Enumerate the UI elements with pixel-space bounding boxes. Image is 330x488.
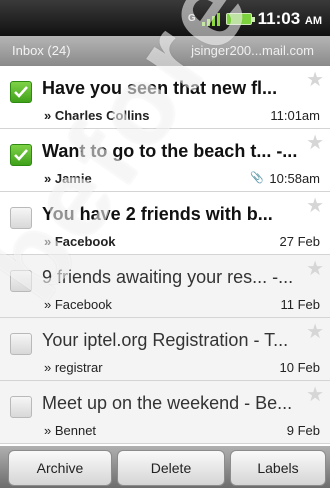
paperclip-icon: 📎	[250, 172, 264, 184]
message-sender: » Facebook	[44, 234, 116, 249]
signal-bars-icon	[201, 12, 220, 26]
message-time: 27 Feb	[279, 234, 320, 249]
select-checkbox[interactable]	[10, 81, 32, 103]
message-subject: You have 2 friends with b...	[42, 204, 273, 224]
select-checkbox[interactable]	[10, 333, 32, 355]
select-checkbox[interactable]	[10, 270, 32, 292]
network-type-icon: G	[187, 13, 196, 24]
message-time: 10:58am	[269, 171, 320, 186]
message-row[interactable]: You have 2 friends with b... » Facebook …	[0, 192, 330, 255]
message-subject: Have you seen that new fl...	[42, 78, 278, 98]
star-icon[interactable]: ★	[306, 196, 324, 216]
checkmark-icon	[14, 149, 28, 161]
battery-icon	[225, 13, 255, 25]
message-sender: » Facebook	[44, 297, 112, 312]
checkmark-icon	[14, 86, 28, 98]
message-sender: » Bennet	[44, 423, 97, 438]
account-email: jsinger200...mail.com	[191, 43, 314, 58]
clock-time: 11:03	[257, 9, 301, 28]
archive-button[interactable]: Archive	[8, 450, 112, 486]
delete-button[interactable]: Delete	[117, 450, 225, 486]
star-icon[interactable]: ★	[306, 322, 324, 342]
status-icons: G 11:03 AM	[188, 8, 322, 30]
clock: 11:03 AM	[258, 9, 322, 29]
clock-suffix: AM	[304, 15, 322, 27]
select-checkbox[interactable]	[10, 144, 32, 166]
message-subject: 9 friends awaiting your res... -...	[42, 267, 294, 287]
message-subject: Your iptel.org Registration - T...	[42, 330, 289, 350]
message-time: 11:01am	[270, 108, 320, 123]
message-subject: Meet up on the weekend - Be...	[42, 393, 293, 413]
message-row[interactable]: 9 friends awaiting your res... -... » Fa…	[0, 255, 330, 318]
select-checkbox[interactable]	[10, 396, 32, 418]
star-icon[interactable]: ★	[306, 70, 324, 90]
message-row[interactable]: Have you seen that new fl... » Charles C…	[0, 66, 330, 129]
star-icon[interactable]: ★	[306, 133, 324, 153]
labels-button[interactable]: Labels	[230, 450, 326, 486]
message-sender: » registrar	[44, 360, 103, 375]
message-list[interactable]: Have you seen that new fl... » Charles C…	[0, 66, 330, 446]
message-time: 10 Feb	[279, 360, 320, 375]
select-checkbox[interactable]	[10, 207, 32, 229]
inbox-title: Inbox (24)	[12, 43, 71, 58]
message-sender: » Charles Collins	[44, 108, 150, 123]
message-row[interactable]: Meet up on the weekend - Be... » Bennet …	[0, 381, 330, 444]
message-time: 11 Feb	[280, 297, 320, 312]
star-icon[interactable]: ★	[306, 259, 324, 279]
message-row[interactable]: Want to go to the beach t... -... » Jami…	[0, 129, 330, 192]
message-time: 9 Feb	[286, 423, 320, 438]
message-subject: Want to go to the beach t... -...	[42, 141, 298, 161]
inbox-header[interactable]: Inbox (24) jsinger200...mail.com	[0, 36, 330, 66]
status-bar: G 11:03 AM	[0, 0, 330, 36]
message-row[interactable]: Your iptel.org Registration - T... » reg…	[0, 318, 330, 381]
star-icon[interactable]: ★	[306, 385, 324, 405]
action-bar: Archive Delete Labels	[0, 446, 330, 488]
message-sender: » Jamie	[44, 171, 92, 186]
